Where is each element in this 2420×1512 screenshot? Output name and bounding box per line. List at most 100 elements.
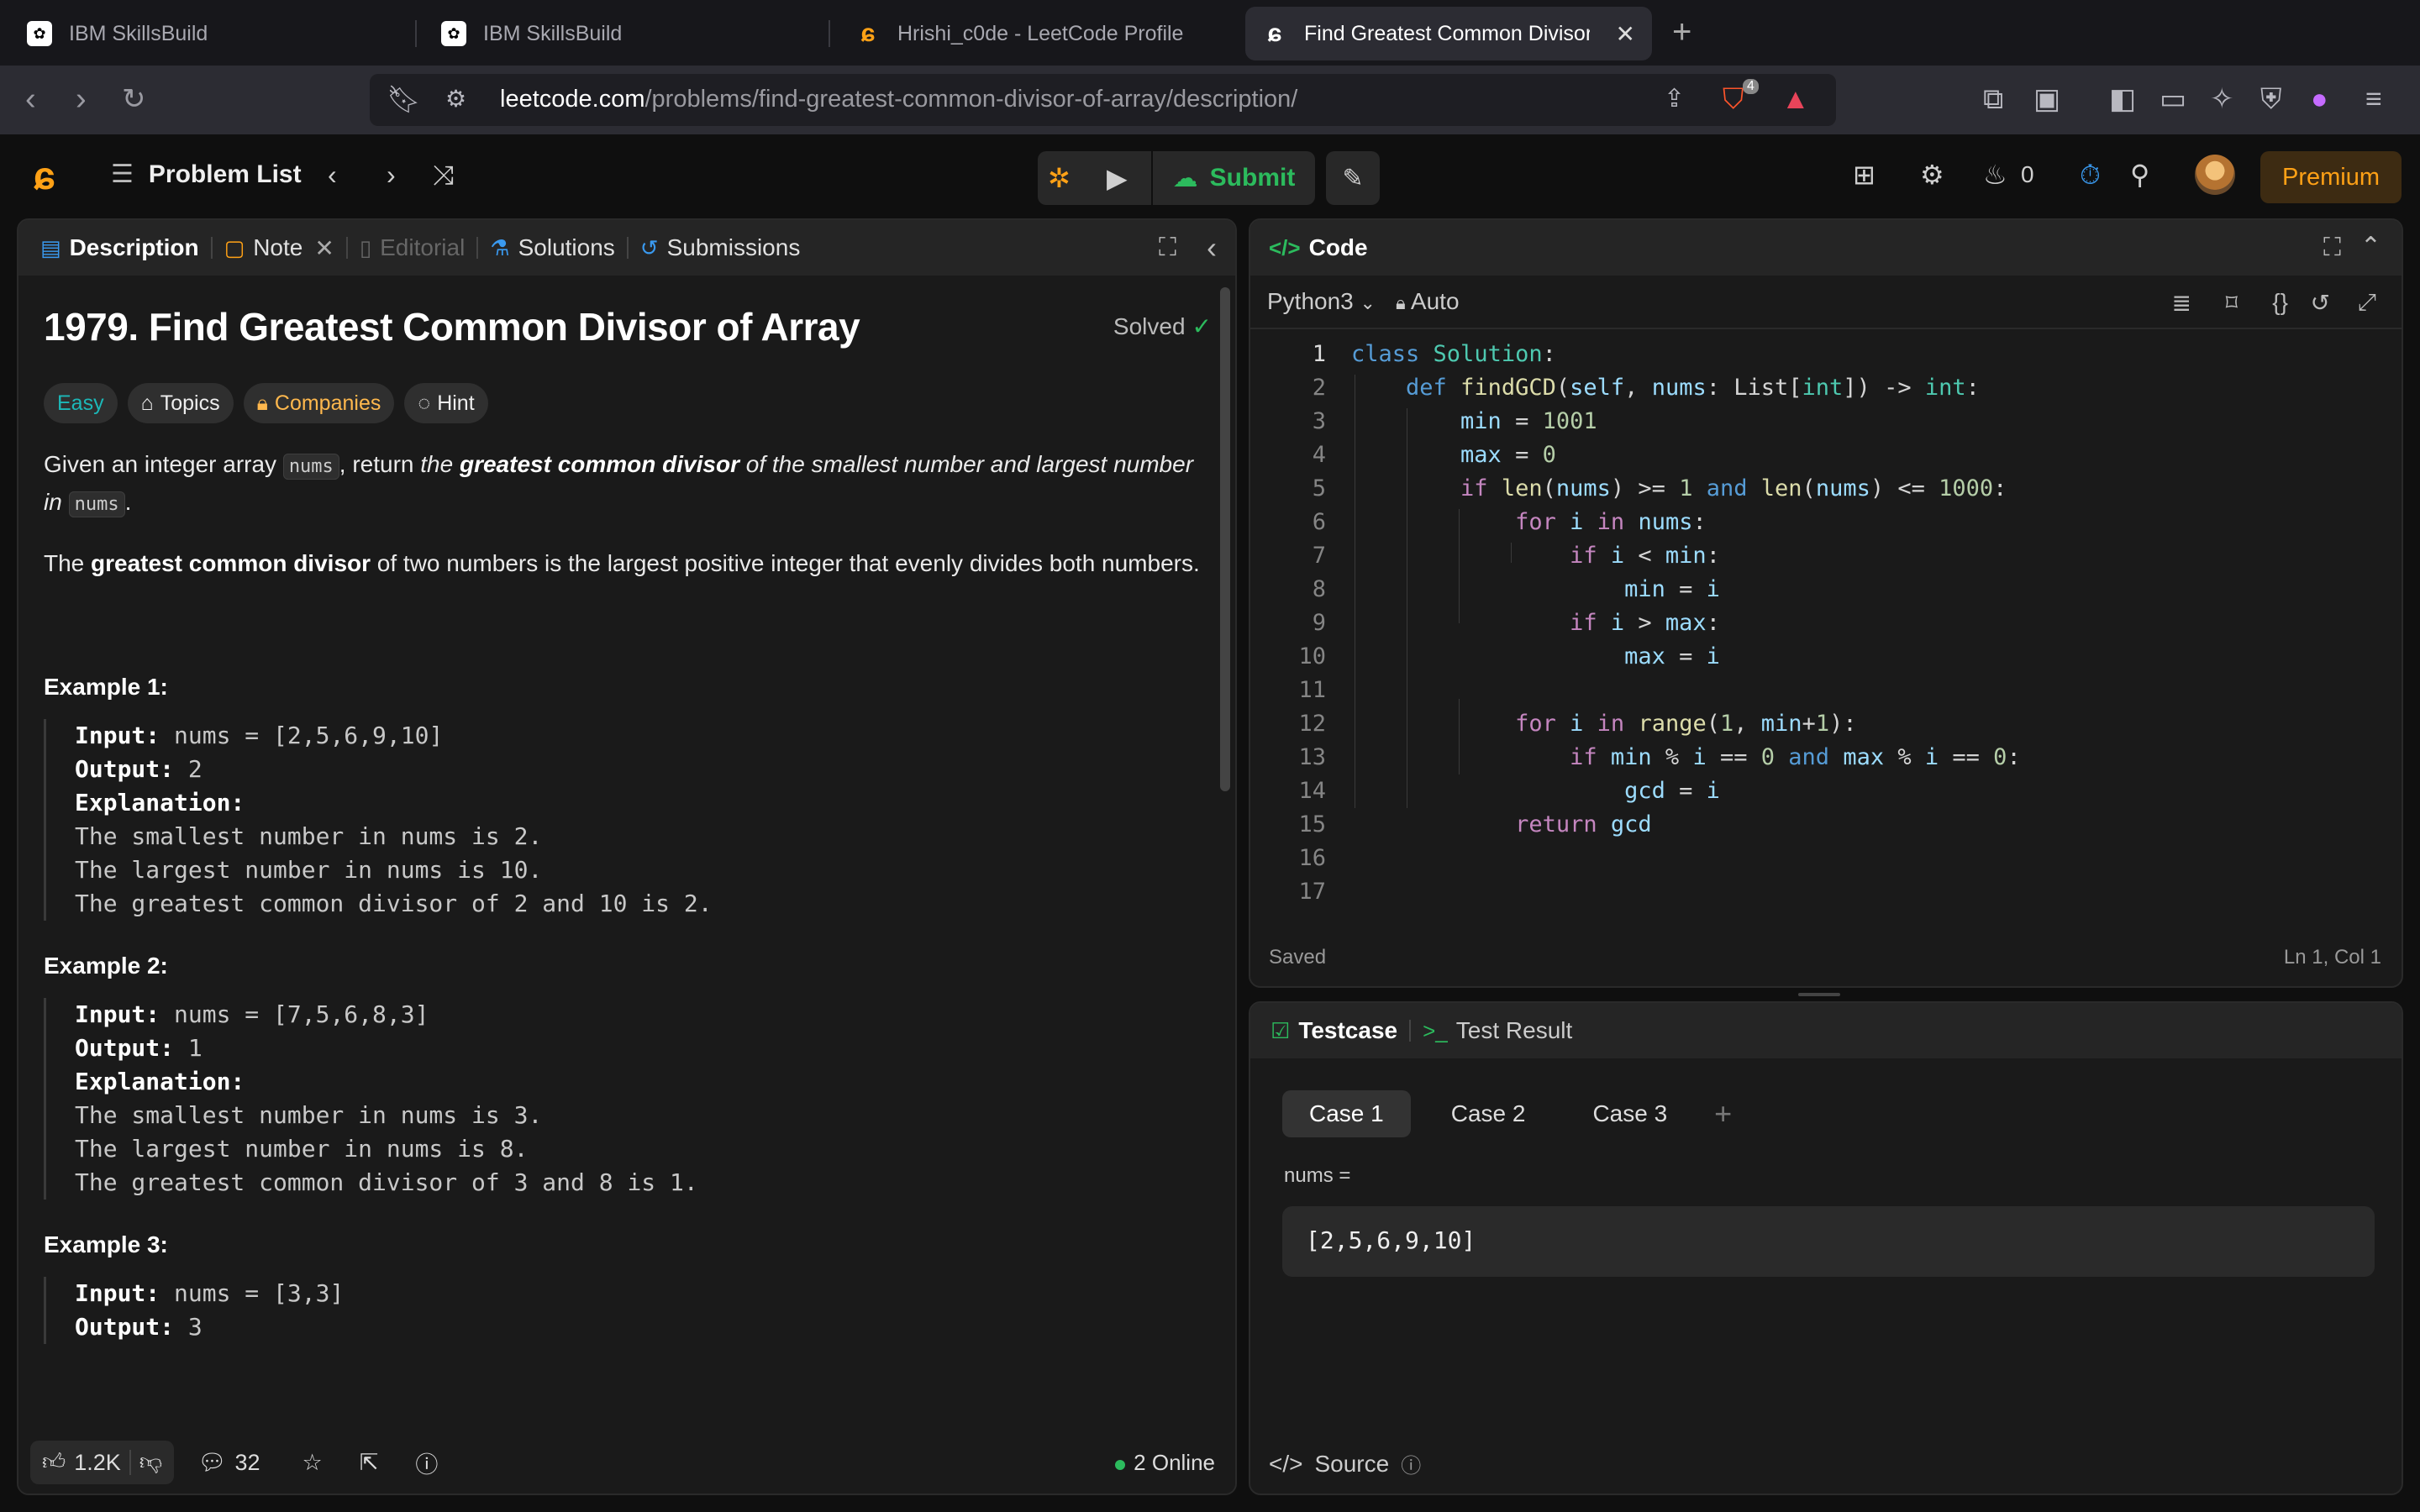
close-icon[interactable]: ✕ bbox=[314, 234, 334, 262]
run-icon[interactable]: ▶ bbox=[1107, 161, 1128, 195]
tab-title: Hrishi_c0de - LeetCode Profile bbox=[897, 21, 1184, 45]
bookmark-icon[interactable]: ⌑ bbox=[2226, 289, 2238, 317]
case-tab[interactable]: Case 2 bbox=[1424, 1090, 1553, 1137]
history-icon: ↺ bbox=[639, 234, 659, 260]
site-settings-icon[interactable]: ⚙ bbox=[445, 82, 466, 116]
fullscreen-icon[interactable]: ⤢ bbox=[2358, 289, 2376, 317]
debug-icon[interactable]: ✲ bbox=[1048, 161, 1071, 195]
profile-icon[interactable]: ● bbox=[2311, 82, 2328, 116]
leo-ai-icon[interactable]: ✧ bbox=[2210, 82, 2234, 116]
layout-icon[interactable]: ⊞ bbox=[1853, 158, 1876, 192]
auto-mode[interactable]: 🔒︎ Auto bbox=[1396, 288, 1460, 315]
star-icon[interactable]: ☆ bbox=[302, 1450, 323, 1476]
case-tab[interactable]: Case 1 bbox=[1282, 1090, 1411, 1137]
companies-chip[interactable]: 🔒︎ Companies bbox=[243, 383, 395, 423]
tab-editorial[interactable]: ▯ Editorial bbox=[348, 220, 476, 276]
nums-input[interactable]: [2,5,6,9,10] bbox=[1282, 1206, 2375, 1277]
tab-test-result[interactable]: >_ Test Result bbox=[1411, 1003, 1584, 1058]
tab-solutions[interactable]: ⚗ Solutions bbox=[478, 220, 627, 276]
lightbulb-icon: ◌ bbox=[418, 391, 431, 415]
help-icon[interactable]: ⓘ bbox=[415, 1446, 438, 1479]
resize-handle[interactable] bbox=[1798, 993, 1840, 996]
streak-flame-icon[interactable]: ♨ bbox=[1983, 158, 2007, 192]
extensions-icon[interactable]: ⧉ bbox=[1983, 82, 2003, 116]
shuffle-icon[interactable]: ⤨ bbox=[433, 158, 455, 192]
forward-button[interactable]: › bbox=[76, 82, 87, 116]
tab-title: IBM SkillsBuild bbox=[69, 21, 208, 45]
reset-icon[interactable]: ↺ bbox=[2311, 289, 2330, 317]
code-editor[interactable]: 1 class Solution: 2 def findGCD(self, num… bbox=[1250, 338, 2402, 986]
case-tab[interactable]: Case 3 bbox=[1565, 1090, 1694, 1137]
premium-button[interactable]: Premium bbox=[2260, 151, 2402, 203]
comment-icon[interactable]: 💬︎ bbox=[197, 1449, 226, 1476]
thumbs-down-icon[interactable]: 👎︎ bbox=[139, 1449, 162, 1476]
collapse-icon[interactable]: ‹ bbox=[1207, 230, 1217, 265]
reader-icon[interactable]: ▣ bbox=[2033, 82, 2060, 116]
list-icon: ☰ bbox=[111, 160, 134, 188]
braces-icon[interactable]: {} bbox=[2272, 289, 2288, 316]
problem-list-button[interactable]: ☰ Problem List bbox=[111, 160, 302, 189]
avatar[interactable] bbox=[2195, 155, 2235, 195]
maximize-icon[interactable]: ⛶ bbox=[2323, 234, 2341, 262]
notes-button[interactable]: ✎ bbox=[1326, 151, 1380, 205]
language-select[interactable]: Python3 ⌄ bbox=[1267, 288, 1376, 315]
help-icon: ⓘ bbox=[1401, 1455, 1422, 1478]
document-icon: ▤ bbox=[40, 234, 61, 260]
menu-icon[interactable]: ≡ bbox=[2365, 82, 2382, 116]
reload-button[interactable]: ↻ bbox=[122, 82, 146, 116]
add-case-icon[interactable]: + bbox=[1714, 1096, 1732, 1131]
tab-submissions[interactable]: ↺ Submissions bbox=[629, 220, 813, 276]
checkbox-icon: ☑ bbox=[1270, 1017, 1291, 1043]
chevron-up-icon[interactable]: ⌃ bbox=[2360, 232, 2381, 261]
gcd-definition: The greatest common divisor of two numbe… bbox=[44, 550, 1200, 576]
code-header: </> Code ⛶ ⌃ bbox=[1250, 220, 2402, 276]
sidebar-icon[interactable]: ◧ bbox=[2109, 82, 2136, 116]
topics-chip[interactable]: ⌂ Topics bbox=[127, 383, 234, 423]
vpn-icon[interactable]: ⛨ bbox=[2260, 82, 2282, 116]
hint-chip[interactable]: ◌ Hint bbox=[404, 383, 488, 423]
leetcode-logo-icon[interactable]: ɕ bbox=[34, 153, 55, 198]
example-heading: Example 3: bbox=[44, 1231, 168, 1257]
editor-toolbar: Python3 ⌄ 🔒︎ Auto ≣ ⌑ {} ↺ ⤢ bbox=[1250, 276, 2402, 329]
browser-tab[interactable]: ɕ Hrishi_c0de - LeetCode Profile bbox=[839, 7, 1234, 60]
tab-code[interactable]: </> Code bbox=[1250, 220, 1380, 276]
book-icon: ▯ bbox=[359, 234, 372, 260]
brave-shield-icon[interactable]: ⛉ bbox=[1723, 82, 1744, 116]
example-block: Input: nums = [3,3] Output: 3 bbox=[44, 1277, 1212, 1344]
online-indicator: 2 Online bbox=[1115, 1450, 1215, 1476]
timer-icon[interactable]: ⏱ bbox=[2080, 158, 2101, 192]
thumbs-up-icon[interactable]: 👍︎ bbox=[42, 1449, 66, 1476]
browser-tab[interactable]: ✿ IBM SkillsBuild bbox=[10, 7, 405, 60]
example-block: Input: nums = [2,5,6,9,10] Output: 2 Exp… bbox=[44, 719, 1212, 921]
back-button[interactable]: ‹ bbox=[25, 82, 36, 116]
close-tab-icon[interactable]: ✕ bbox=[1616, 20, 1635, 48]
leetcode-favicon-icon: ɕ bbox=[860, 19, 876, 47]
wallet-icon[interactable]: ▭ bbox=[2160, 82, 2186, 116]
browser-tab-active[interactable]: ɕ Find Greatest Common Divisor ✕ bbox=[1245, 7, 1652, 60]
new-tab-button[interactable]: + bbox=[1672, 15, 1691, 49]
problem-description: 1979. Find Greatest Common Divisor of Ar… bbox=[44, 304, 1212, 1344]
prev-problem-icon[interactable]: ‹ bbox=[328, 158, 337, 192]
maximize-icon[interactable]: ⛶ bbox=[1159, 234, 1176, 262]
address-bar[interactable]: 🔖︎ ⚙ leetcode.com/problems/find-greatest… bbox=[370, 74, 1836, 126]
settings-gear-icon[interactable]: ⚙ bbox=[1920, 158, 1944, 192]
format-icon[interactable]: ≣ bbox=[2172, 289, 2191, 317]
tab-description[interactable]: ▤ Description bbox=[18, 220, 211, 276]
submit-button[interactable]: ☁ Submit bbox=[1151, 151, 1315, 205]
url-text[interactable]: leetcode.com/problems/find-greatest-comm… bbox=[500, 86, 1297, 113]
bookmark-icon[interactable]: 🔖︎ bbox=[387, 82, 421, 116]
add-friend-icon[interactable]: ⚲ bbox=[2130, 158, 2149, 192]
check-circle-icon: ✓ bbox=[1192, 313, 1212, 339]
next-problem-icon[interactable]: › bbox=[387, 158, 396, 192]
brave-rewards-icon[interactable]: ▲ bbox=[1781, 82, 1810, 116]
source-link[interactable]: </> Source ⓘ bbox=[1269, 1449, 1421, 1478]
tab-title: IBM SkillsBuild bbox=[483, 21, 623, 45]
share-icon[interactable]: ⇱ bbox=[360, 1450, 379, 1476]
lock-icon: 🔒︎ bbox=[1395, 292, 1406, 313]
leetcode-header: ɕ ☰ Problem List ‹ › ⤨ ✲ ▶ ☁ Submit ✎ ⊞ ⚙ … bbox=[0, 134, 2420, 217]
scrollbar[interactable] bbox=[1220, 287, 1230, 791]
tab-testcase[interactable]: ☑ Testcase bbox=[1250, 1003, 1409, 1058]
share-icon[interactable]: ⇪ bbox=[1664, 82, 1685, 116]
browser-tab[interactable]: ✿ IBM SkillsBuild bbox=[424, 7, 819, 60]
tab-note[interactable]: ▢ Note ✕ bbox=[213, 220, 346, 276]
